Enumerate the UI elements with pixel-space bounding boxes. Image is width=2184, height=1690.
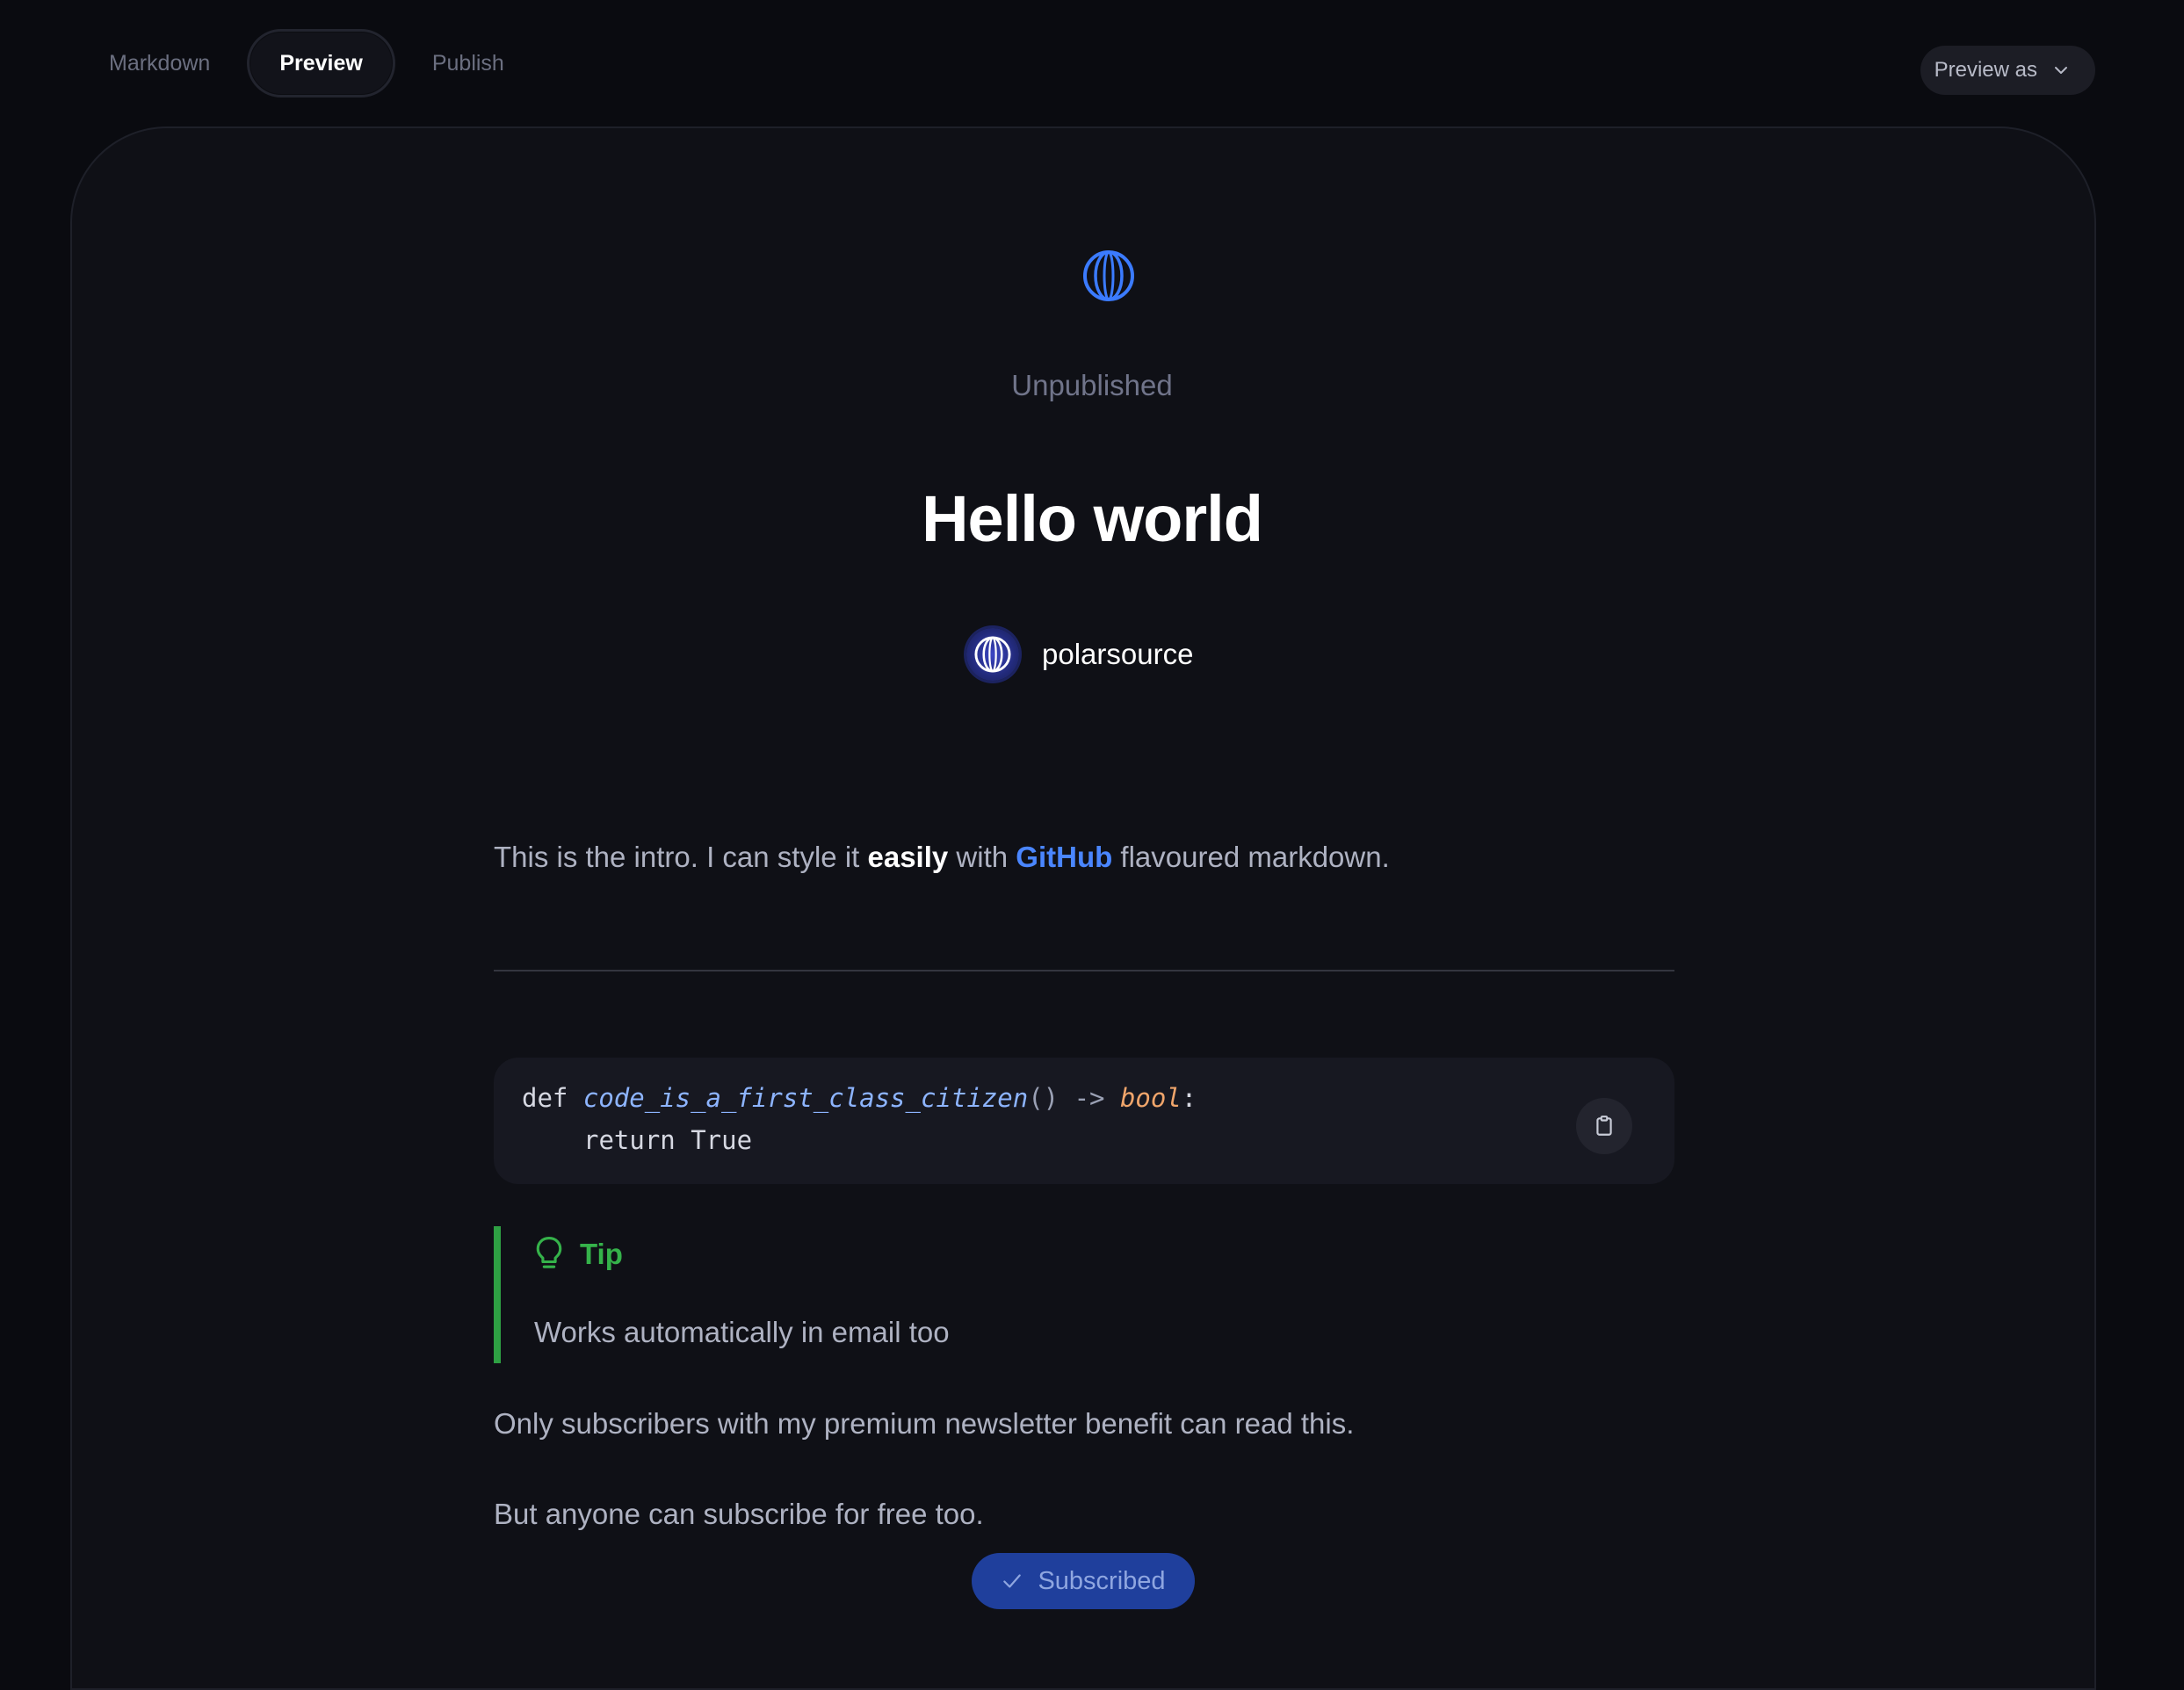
tip-callout: Tip Works automatically in email too — [494, 1226, 1674, 1363]
check-icon — [1003, 1574, 1022, 1588]
top-bar: Markdown Preview Publish Preview as — [0, 0, 2184, 123]
tip-title: Tip — [580, 1238, 623, 1270]
code-return-type: bool — [1119, 1083, 1182, 1113]
code-colon: : — [1181, 1083, 1197, 1113]
post-status: Unpublished — [1011, 369, 1173, 401]
tab-publish[interactable]: Publish — [402, 29, 534, 98]
tip-body: Works automatically in email too — [534, 1316, 950, 1348]
preview-as-dropdown[interactable]: Preview as — [1920, 46, 2095, 95]
code-arrow: -> — [1059, 1083, 1120, 1113]
code-line-2: return True — [583, 1125, 753, 1155]
author[interactable]: polarsource — [966, 625, 1193, 683]
code-keyword: def — [522, 1083, 568, 1113]
intro-text: with — [948, 841, 1016, 873]
lightbulb-icon — [536, 1237, 562, 1268]
code-parens: () — [1028, 1083, 1059, 1113]
intro-paragraph: This is the intro. I can style it easily… — [494, 836, 1674, 878]
polar-logo-icon — [1083, 250, 1134, 301]
preview-card — [70, 126, 2096, 1690]
view-tabs: Markdown Preview Publish — [79, 28, 534, 98]
subscribed-label: Subscribed — [1038, 1566, 1166, 1595]
tab-preview[interactable]: Preview — [247, 29, 395, 98]
free-paragraph: But anyone can subscribe for free too. — [494, 1498, 984, 1530]
code-line-1: def code_is_a_first_class_citizen() -> b… — [522, 1077, 1646, 1119]
premium-paragraph: Only subscribers with my premium newslet… — [494, 1407, 1355, 1440]
preview-as-label: Preview as — [1934, 58, 2037, 82]
intro-bold-text: easily — [867, 841, 949, 873]
tab-markdown[interactable]: Markdown — [79, 29, 240, 98]
author-name: polarsource — [1042, 638, 1194, 670]
clipboard-icon — [1596, 1116, 1612, 1136]
code-block: def code_is_a_first_class_citizen() -> b… — [494, 1058, 1674, 1184]
chevron-down-icon — [2055, 67, 2067, 74]
subscribed-button[interactable]: Subscribed — [972, 1553, 1195, 1609]
intro-text: flavoured markdown. — [1112, 841, 1390, 873]
divider — [494, 970, 1674, 971]
avatar — [966, 628, 1019, 681]
intro-text: This is the intro. I can style it — [494, 841, 868, 873]
github-link[interactable]: GitHub — [1016, 841, 1112, 873]
post-title: Hello world — [922, 482, 1263, 555]
copy-code-button[interactable] — [1576, 1098, 1632, 1154]
tip-header: Tip — [534, 1235, 623, 1274]
code-function-name: code_is_a_first_class_citizen — [582, 1083, 1029, 1113]
polar-logo-icon — [974, 636, 1011, 673]
